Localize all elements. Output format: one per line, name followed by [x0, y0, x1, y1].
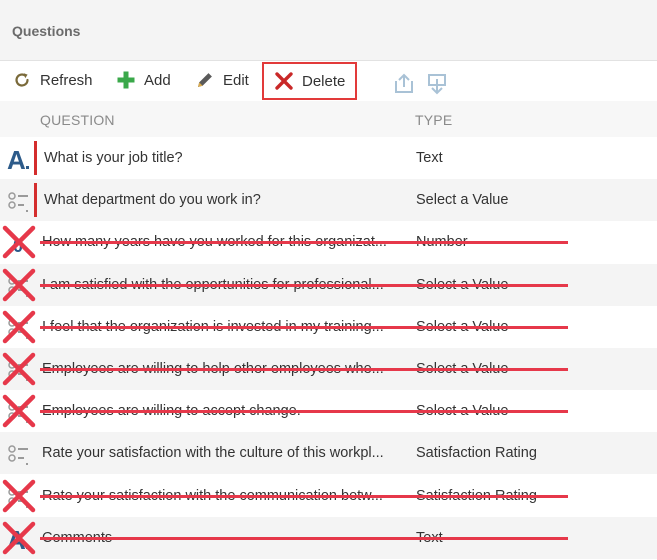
table-row[interactable]: Rate your satisfaction with the culture …: [0, 432, 657, 475]
delete-button[interactable]: Delete: [262, 62, 358, 100]
red-x-icon: [2, 521, 36, 555]
pencil-icon: [198, 73, 212, 87]
question-type: Select a Value: [416, 192, 509, 209]
red-x-icon: [2, 394, 36, 428]
refresh-icon: [15, 73, 29, 87]
column-header-row: QUESTION TYPE: [0, 101, 657, 137]
table-row[interactable]: Employees are willing to accept change. S…: [0, 390, 657, 432]
table-row[interactable]: What is your job title? Text: [0, 137, 657, 179]
refresh-label: Refresh: [40, 71, 93, 89]
strikethrough-line: [40, 536, 568, 540]
question-text: Rate your satisfaction with the culture …: [42, 445, 384, 462]
import-icon[interactable]: [425, 71, 449, 95]
table-row[interactable]: I am satisfied with the opportunities fo…: [0, 263, 657, 306]
table-row[interactable]: Rate your satisfaction with the communic…: [0, 475, 657, 517]
column-header-question[interactable]: QUESTION: [40, 112, 115, 128]
edit-button[interactable]: Edit: [195, 61, 249, 99]
column-header-type[interactable]: TYPE: [415, 112, 452, 128]
table-row[interactable]: How many years have you worked for this …: [0, 221, 657, 263]
header-bar: Questions: [0, 0, 657, 61]
strikethrough-line: [40, 368, 568, 371]
red-x-icon: [2, 268, 36, 301]
table-row[interactable]: Comments Text: [0, 516, 657, 559]
page-title: Questions: [12, 23, 81, 39]
table-row[interactable]: Employees are willing to help other empl…: [0, 348, 657, 390]
red-x-icon: [2, 479, 36, 512]
strikethrough-line: [40, 325, 568, 329]
red-x-icon: [2, 226, 36, 259]
plus-icon: [117, 71, 135, 89]
question-type: Text: [416, 150, 443, 166]
question-text: What is your job title?: [44, 150, 183, 166]
delete-x-icon: [275, 72, 293, 90]
table-row[interactable]: What department do you work in? Select a …: [0, 179, 657, 222]
toolbar: Refresh Add Edit Delete: [0, 61, 657, 101]
select-list-icon: [6, 188, 32, 214]
add-button[interactable]: Add: [116, 61, 171, 99]
table-row[interactable]: I feel that the organization is invested…: [0, 306, 657, 348]
red-x-icon: [2, 310, 36, 344]
strikethrough-line: [40, 241, 568, 245]
row-marker: [34, 141, 37, 175]
delete-label: Delete: [302, 72, 346, 90]
strikethrough-line: [40, 283, 568, 287]
select-list-icon: [6, 441, 32, 467]
export-icon[interactable]: [392, 71, 416, 95]
red-x-icon: [2, 352, 36, 386]
add-label: Add: [144, 71, 171, 89]
strikethrough-line: [40, 410, 568, 414]
row-marker: [34, 183, 37, 218]
edit-label: Edit: [223, 71, 249, 89]
text-type-icon: [6, 146, 32, 172]
strikethrough-line: [40, 494, 568, 498]
question-text: What department do you work in?: [44, 192, 261, 209]
refresh-button[interactable]: Refresh: [12, 61, 93, 99]
question-type: Satisfaction Rating: [416, 445, 537, 462]
